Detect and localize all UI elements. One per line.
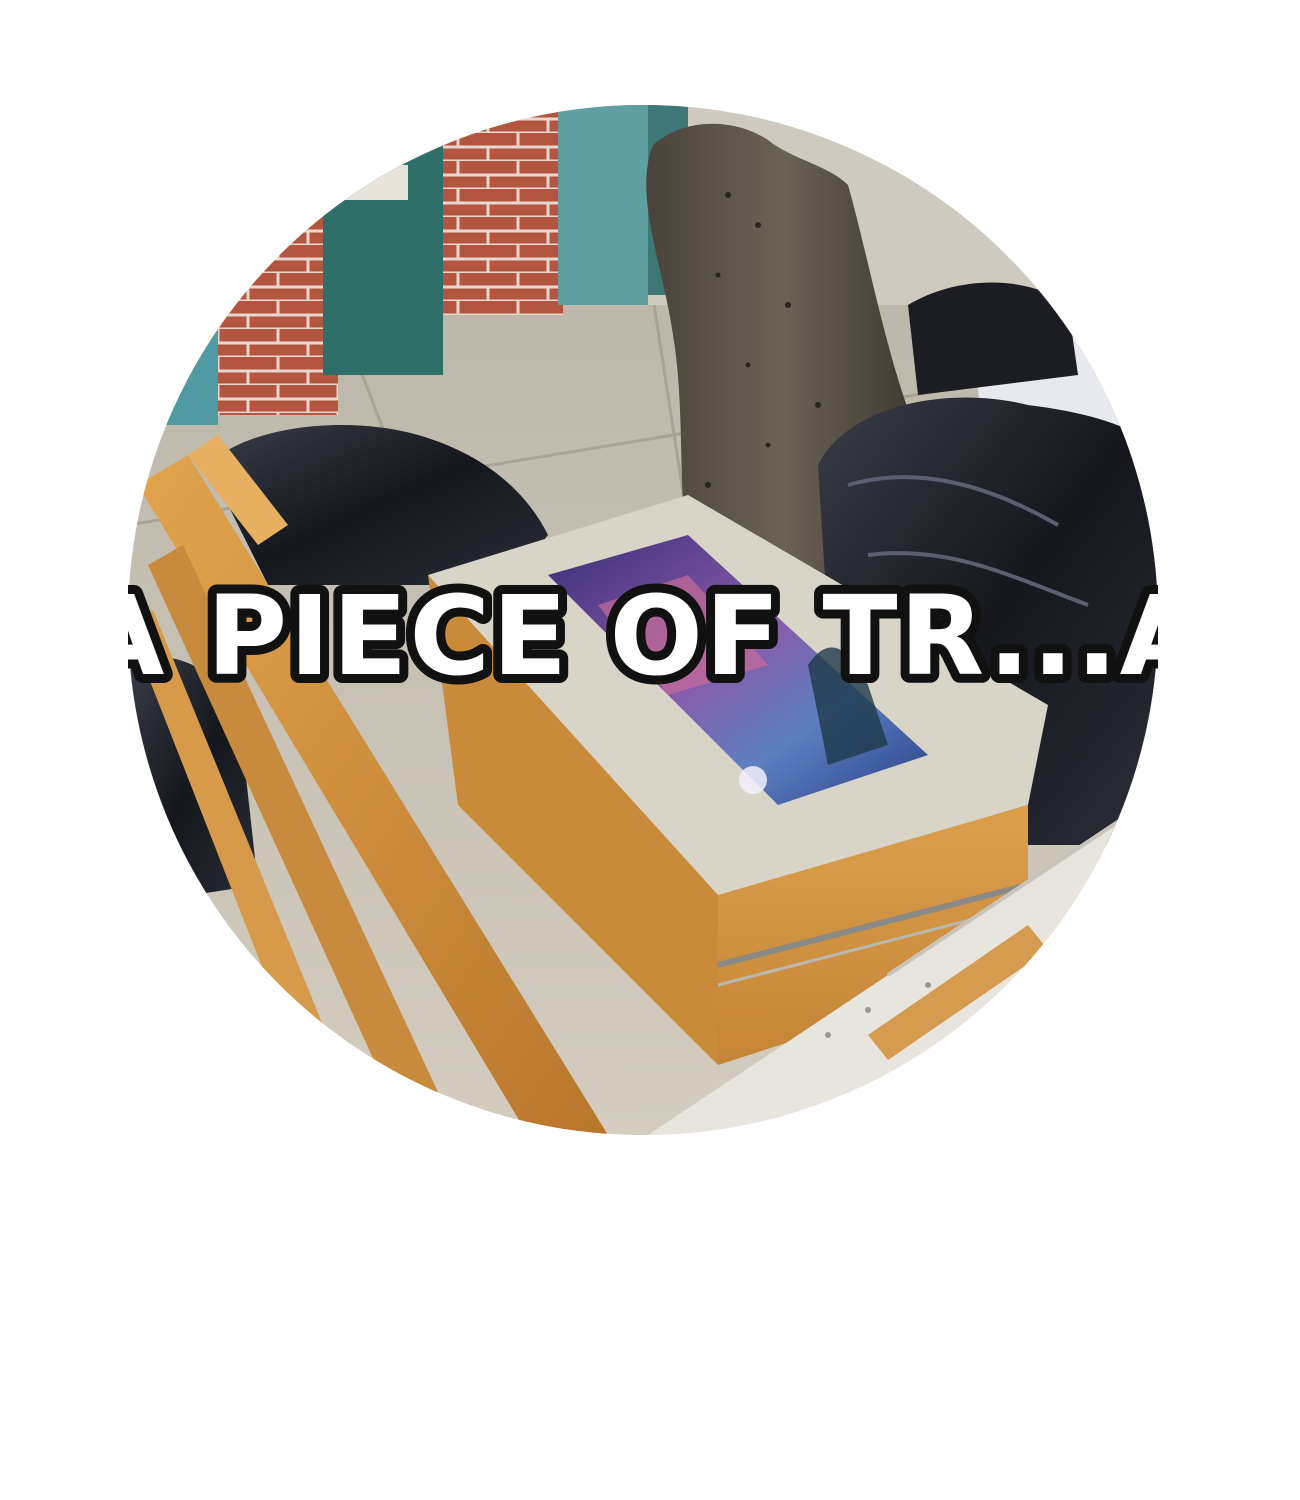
trash-pile-illustration	[128, 105, 1158, 1135]
page: A PIECE OF TR...A A PIECE OF TR...A	[0, 0, 1300, 1500]
circular-photo	[128, 105, 1158, 1135]
